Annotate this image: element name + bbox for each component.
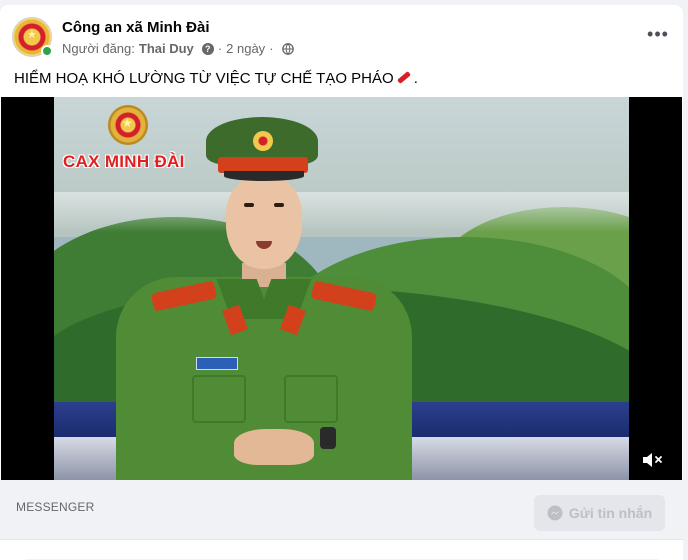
mouth bbox=[256, 241, 272, 249]
online-status-dot bbox=[41, 45, 53, 57]
post-text-end: . bbox=[413, 70, 418, 87]
cap-badge-icon bbox=[253, 131, 273, 151]
meta-separator: · bbox=[217, 41, 223, 56]
folded-hands bbox=[234, 429, 314, 465]
speaker-muted-icon[interactable] bbox=[641, 450, 665, 470]
messenger-label: MESSENGER bbox=[16, 500, 95, 514]
name-plate bbox=[196, 357, 238, 370]
cap-visor bbox=[224, 171, 304, 181]
wristwatch bbox=[320, 427, 336, 449]
presenter-face bbox=[226, 177, 302, 269]
eye bbox=[274, 203, 284, 207]
meta-separator: · bbox=[269, 41, 274, 56]
post-footer bbox=[0, 545, 683, 560]
messenger-icon bbox=[547, 505, 563, 521]
globe-icon[interactable] bbox=[281, 42, 294, 55]
shirt-pocket bbox=[192, 375, 246, 423]
send-message-label: Gửi tin nhắn bbox=[568, 505, 653, 521]
post-text-main: HIỂM HOẠ KHÓ LƯỜNG TỪ VIỆC TỰ CHẾ TẠO PH… bbox=[14, 70, 394, 87]
send-message-button[interactable]: Gửi tin nhắn bbox=[534, 495, 665, 531]
poster-name-link[interactable]: Thai Duy bbox=[139, 41, 194, 56]
video-frame: ★ CAX MINH ĐÀI bbox=[54, 97, 629, 480]
question-icon[interactable]: ? bbox=[201, 42, 214, 55]
shirt-pocket bbox=[284, 375, 338, 423]
video-player[interactable]: ★ CAX MINH ĐÀI bbox=[1, 97, 682, 480]
emblem-star-icon: ★ bbox=[27, 29, 37, 41]
messenger-bar: MESSENGER Gửi tin nhắn bbox=[0, 480, 683, 540]
page-name-link[interactable]: Công an xã Minh Đài bbox=[62, 19, 210, 36]
poster-prefix: Người đăng: bbox=[62, 41, 135, 56]
post-meta: Người đăng: Thai Duy ? · 2 ngày · bbox=[62, 41, 294, 56]
post-timestamp[interactable]: 2 ngày bbox=[226, 41, 265, 56]
post-message: HIỂM HOẠ KHÓ LƯỜNG TỪ VIỆC TỰ CHẾ TẠO PH… bbox=[14, 70, 418, 87]
news-presenter bbox=[114, 117, 414, 480]
firecracker-emoji-icon bbox=[396, 71, 411, 84]
post-card: ★ Công an xã Minh Đài Người đăng: Thai D… bbox=[0, 5, 683, 560]
post-header: ★ Công an xã Minh Đài Người đăng: Thai D… bbox=[12, 16, 672, 60]
eye bbox=[244, 203, 254, 207]
more-options-icon[interactable]: ••• bbox=[644, 24, 672, 52]
